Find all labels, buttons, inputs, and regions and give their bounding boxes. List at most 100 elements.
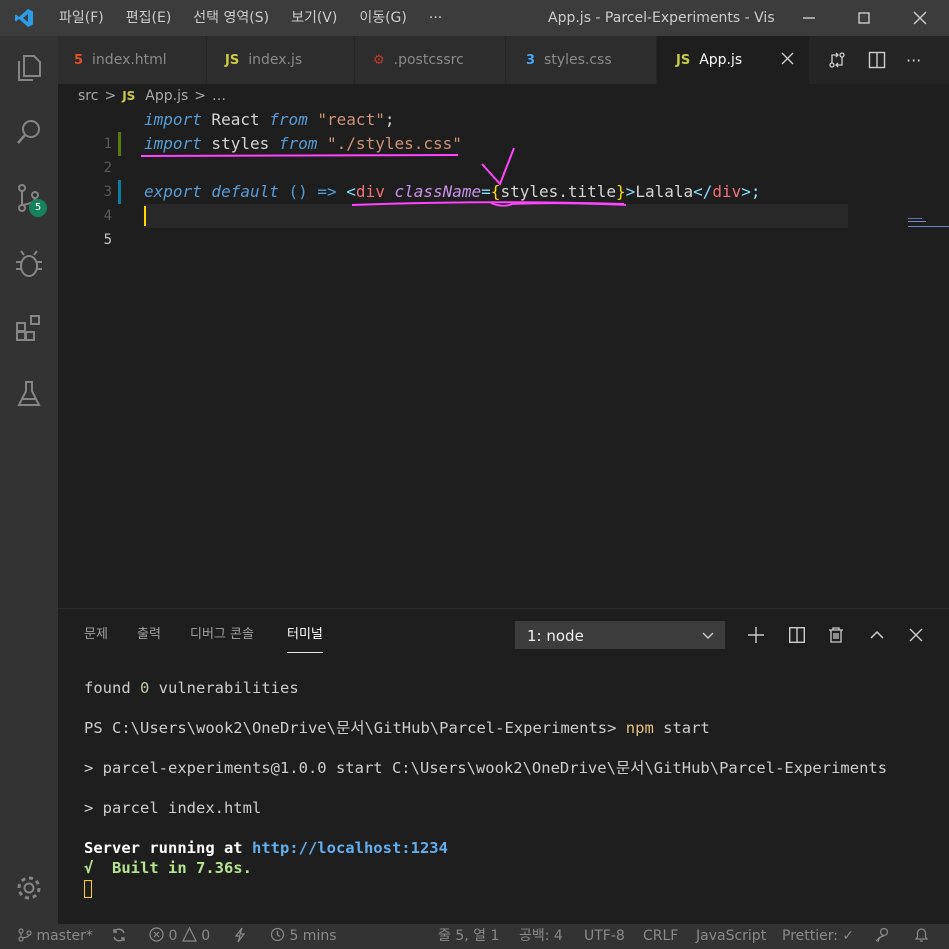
gear-icon[interactable] <box>0 862 58 914</box>
html5-icon: 5 <box>74 52 84 68</box>
tab-index-html[interactable]: 5 index.html <box>58 36 206 84</box>
trash-icon[interactable] <box>824 623 848 647</box>
close-tab-icon[interactable] <box>781 52 794 69</box>
branch-indicator[interactable]: master* <box>18 924 93 949</box>
indentation[interactable]: 공백: 4 <box>519 924 563 949</box>
notifications-bell-icon[interactable] <box>914 924 929 949</box>
extensions-icon[interactable] <box>0 302 58 354</box>
activity-bar: 5 <box>0 36 58 924</box>
error-icon <box>149 927 164 944</box>
feedback-icon[interactable] <box>875 924 892 949</box>
encoding[interactable]: UTF-8 <box>584 924 625 949</box>
terminal-link[interactable]: http://localhost:1234 <box>252 839 448 857</box>
warning-icon <box>181 926 197 944</box>
breadcrumb-folder[interactable]: src <box>78 88 98 104</box>
lightning-icon[interactable] <box>234 924 246 949</box>
chevron-down-icon <box>702 622 714 659</box>
close-panel-icon[interactable] <box>904 623 928 647</box>
git-branch-icon <box>18 928 36 944</box>
breadcrumb-file[interactable]: App.js <box>145 88 188 104</box>
error-count: 0 <box>168 928 178 944</box>
tab-terminal[interactable]: 터미널 <box>287 609 323 661</box>
tab-label: index.html <box>92 52 167 68</box>
scm-badge: 5 <box>29 199 47 217</box>
breadcrumb-more[interactable]: … <box>212 88 226 104</box>
history-icon <box>270 927 285 944</box>
line-ending[interactable]: CRLF <box>643 924 678 949</box>
maximize-icon[interactable] <box>836 0 892 36</box>
css3-icon: 3 <box>526 52 536 68</box>
window-title: App.js - Parcel-Experiments - Vis <box>548 10 775 26</box>
breadcrumb-separator: > <box>194 88 207 104</box>
terminal-select[interactable]: 1: node <box>515 621 725 649</box>
terminal-text: start <box>653 719 710 737</box>
terminal-line: > parcel-experiments@1.0.0 start C:\User… <box>84 759 888 777</box>
menu-edit[interactable]: 편집(E) <box>115 0 183 36</box>
terminal-line: Server running at http://localhost:1234 <box>84 838 448 858</box>
title-bar: 파일(F) 편집(E) 선택 영역(S) 보기(V) 이동(G) ··· App… <box>0 0 949 36</box>
handwritten-annotation <box>140 147 627 207</box>
tab-label: index.js <box>248 52 303 68</box>
code-editor[interactable]: 1 import React from "react"; 2 import st… <box>58 108 949 608</box>
tab-output[interactable]: 출력 <box>137 609 161 661</box>
terminal-line: found 0 vulnerabilities <box>84 678 299 698</box>
minimap[interactable] <box>906 216 949 306</box>
warning-count: 0 <box>201 928 211 944</box>
minimize-icon[interactable] <box>781 0 837 36</box>
source-control-icon[interactable]: 5 <box>0 172 58 224</box>
javascript-icon: JS <box>122 89 136 103</box>
editor-tabs: 5 index.html JS index.js ⚙ .postcssrc 3 … <box>58 36 949 84</box>
open-changes-icon[interactable] <box>828 36 846 84</box>
cursor-position[interactable]: 줄 5, 열 1 <box>438 924 499 949</box>
menu-file[interactable]: 파일(F) <box>48 0 115 36</box>
status-bar: master* 0 0 5 mins 줄 5, 열 1 공백: 4 UTF-8 … <box>0 924 949 949</box>
split-terminal-icon[interactable] <box>785 623 809 647</box>
breadcrumb: src > JS App.js > … <box>78 84 226 108</box>
tab-label: App.js <box>699 52 743 68</box>
terminal-text: 0 <box>140 679 150 697</box>
time-value: 5 mins <box>289 928 337 944</box>
more-actions-icon[interactable]: ··· <box>906 36 921 84</box>
terminal-text: npm <box>625 719 654 737</box>
terminal-text: found <box>84 679 140 697</box>
terminal-text: vulnerabilities <box>149 679 299 697</box>
close-window-icon[interactable] <box>892 0 948 36</box>
menu-view[interactable]: 보기(V) <box>280 0 348 36</box>
language-mode[interactable]: JavaScript <box>696 924 766 949</box>
problems-indicator[interactable]: 0 0 <box>149 924 210 949</box>
tab-app-js[interactable]: JS App.js <box>657 36 809 84</box>
testing-flask-icon[interactable] <box>0 368 58 420</box>
menu-more[interactable]: ··· <box>418 0 453 36</box>
debug-icon[interactable] <box>0 238 58 290</box>
tab-postcssrc[interactable]: ⚙ .postcssrc <box>355 36 505 84</box>
terminal-text: PS C:\Users\wook2\OneDrive\문서\GitHub\Par… <box>84 719 626 737</box>
terminal-line: PS C:\Users\wook2\OneDrive\문서\GitHub\Par… <box>84 718 710 738</box>
new-terminal-icon[interactable] <box>744 623 768 647</box>
javascript-icon: JS <box>225 52 240 68</box>
maximize-panel-icon[interactable] <box>865 623 889 647</box>
terminal-text: Server running at <box>84 839 252 857</box>
terminal-line: √ Built in 7.36s. <box>84 859 252 877</box>
terminal-line: > parcel index.html <box>84 799 262 817</box>
tab-index-js[interactable]: JS index.js <box>207 36 354 84</box>
javascript-icon: JS <box>676 52 691 68</box>
time-tracker[interactable]: 5 mins <box>270 924 337 949</box>
tab-label: .postcssrc <box>393 52 464 68</box>
postcss-config-icon: ⚙ <box>373 52 385 68</box>
tab-debug-console[interactable]: 디버그 콘솔 <box>190 609 254 661</box>
search-icon[interactable] <box>0 106 58 158</box>
prettier-status[interactable]: Prettier: ✓ <box>782 924 854 949</box>
breadcrumb-separator: > <box>104 88 117 104</box>
tab-problems[interactable]: 문제 <box>84 609 108 661</box>
sync-icon[interactable] <box>111 924 127 949</box>
tab-styles-css[interactable]: 3 styles.css <box>506 36 656 84</box>
explorer-icon[interactable] <box>0 42 58 94</box>
menu-go[interactable]: 이동(G) <box>348 0 418 36</box>
tab-label: styles.css <box>544 52 612 68</box>
split-editor-icon[interactable] <box>868 36 886 84</box>
terminal-select-value: 1: node <box>527 627 584 645</box>
vscode-logo-icon <box>0 0 48 36</box>
terminal-cursor <box>84 880 92 898</box>
menu-selection[interactable]: 선택 영역(S) <box>182 0 280 36</box>
branch-name: master* <box>36 928 93 944</box>
